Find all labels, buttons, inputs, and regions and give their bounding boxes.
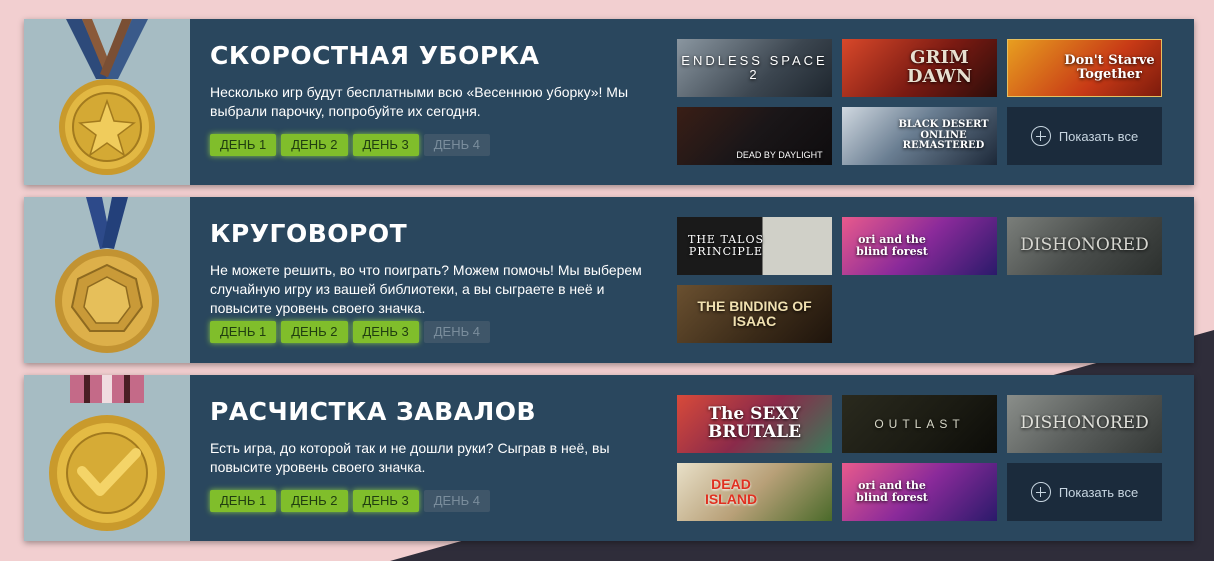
game-tile-label: DEAD ISLAND xyxy=(704,476,758,507)
game-tile-dead-island[interactable]: DEAD ISLAND xyxy=(677,463,832,521)
game-tile-label: BLACK DESERT ONLINE REMASTERED xyxy=(898,119,989,152)
game-tile-label: GRIM DAWN xyxy=(906,47,973,87)
day-2-button[interactable]: ДЕНЬ 2 xyxy=(281,490,348,512)
plus-icon xyxy=(1030,126,1051,146)
event-panel-backlog-clearing: РАСЧИСТКА ЗАВАЛОВ Есть игра, до которой … xyxy=(24,375,1194,541)
panel-title: РАСЧИСТКА ЗАВАЛОВ xyxy=(210,397,537,426)
game-tile-grim-dawn[interactable]: GRIM DAWN xyxy=(842,39,997,97)
day-1-button[interactable]: ДЕНЬ 1 xyxy=(210,134,277,156)
game-tile-talos-principle[interactable]: THE TALOS PRINCIPLE xyxy=(677,217,832,275)
day-buttons: ДЕНЬ 1 ДЕНЬ 2 ДЕНЬ 3 ДЕНЬ 4 xyxy=(210,134,495,156)
show-all-button[interactable]: Показать все xyxy=(1007,107,1162,165)
day-buttons: ДЕНЬ 1 ДЕНЬ 2 ДЕНЬ 3 ДЕНЬ 4 xyxy=(210,490,495,512)
show-all-label: Показать все xyxy=(1058,484,1139,500)
game-tile-dishonored[interactable]: DISHONORED xyxy=(1007,217,1162,275)
show-all-button[interactable]: Показать все xyxy=(1007,463,1162,521)
panel-description: Есть игра, до которой так и не дошли рук… xyxy=(210,440,610,475)
game-tile-label: The SEXY BRUTALE xyxy=(707,404,802,442)
day-2-button[interactable]: ДЕНЬ 2 xyxy=(281,321,348,343)
day-2-button[interactable]: ДЕНЬ 2 xyxy=(281,134,348,156)
day-3-button[interactable]: ДЕНЬ 3 xyxy=(352,134,419,156)
game-tile-dont-starve-together[interactable]: Don't Starve Together xyxy=(1007,39,1162,97)
day-4-button[interactable]: ДЕНЬ 4 xyxy=(423,490,490,512)
game-tile-label: ori and the blind forest xyxy=(856,233,928,258)
game-tile-label: ori and the blind forest xyxy=(856,479,928,504)
day-buttons: ДЕНЬ 1 ДЕНЬ 2 ДЕНЬ 3 ДЕНЬ 4 xyxy=(210,321,495,343)
panel-title: КРУГОВОРОТ xyxy=(210,219,408,248)
medal-icon xyxy=(24,375,190,541)
game-tile-label: DEAD BY DAYLIGHT xyxy=(736,149,823,160)
day-4-button[interactable]: ДЕНЬ 4 xyxy=(423,321,490,343)
game-tile-ori[interactable]: ori and the blind forest xyxy=(842,463,997,521)
game-tile-label: Don't Starve Together xyxy=(1064,53,1155,82)
game-tile-outlast[interactable]: OUTLAST xyxy=(842,395,997,453)
medal-icon xyxy=(24,197,190,363)
game-tile-label: THE BINDING OF ISAAC xyxy=(697,298,812,329)
game-tile-dishonored[interactable]: DISHONORED xyxy=(1007,395,1162,453)
game-tile-sexy-brutale[interactable]: The SEXY BRUTALE xyxy=(677,395,832,453)
day-3-button[interactable]: ДЕНЬ 3 xyxy=(352,321,419,343)
game-tile-label: OUTLAST xyxy=(874,416,965,431)
day-1-button[interactable]: ДЕНЬ 1 xyxy=(210,321,277,343)
game-tile-binding-of-isaac[interactable]: THE BINDING OF ISAAC xyxy=(677,285,832,343)
game-tile-endless-space-2[interactable]: ENDLESS SPACE 2 xyxy=(677,39,832,97)
medal-icon xyxy=(24,19,190,185)
day-4-button[interactable]: ДЕНЬ 4 xyxy=(423,134,490,156)
game-tile-label: THE TALOS PRINCIPLE xyxy=(688,233,764,258)
plus-icon xyxy=(1030,482,1051,502)
game-tile-black-desert[interactable]: BLACK DESERT ONLINE REMASTERED xyxy=(842,107,997,165)
day-3-button[interactable]: ДЕНЬ 3 xyxy=(352,490,419,512)
event-panel-speed-cleaning: СКОРОСТНАЯ УБОРКА Несколько игр будут бе… xyxy=(24,19,1194,185)
panel-description: Не можете решить, во что поиграть? Можем… xyxy=(210,262,642,316)
day-1-button[interactable]: ДЕНЬ 1 xyxy=(210,490,277,512)
panel-title: СКОРОСТНАЯ УБОРКА xyxy=(210,41,540,70)
game-tile-label: ENDLESS SPACE 2 xyxy=(681,53,828,82)
game-tile-label: DISHONORED xyxy=(1020,235,1149,256)
panel-description: Несколько игр будут бесплатными всю «Вес… xyxy=(210,84,629,119)
show-all-label: Показать все xyxy=(1058,128,1139,144)
event-panel-roundabout: КРУГОВОРОТ Не можете решить, во что поиг… xyxy=(24,197,1194,363)
game-tile-ori[interactable]: ori and the blind forest xyxy=(842,217,997,275)
game-tile-label: DISHONORED xyxy=(1020,413,1149,434)
game-tile-dead-by-daylight[interactable]: DEAD BY DAYLIGHT xyxy=(677,107,832,165)
